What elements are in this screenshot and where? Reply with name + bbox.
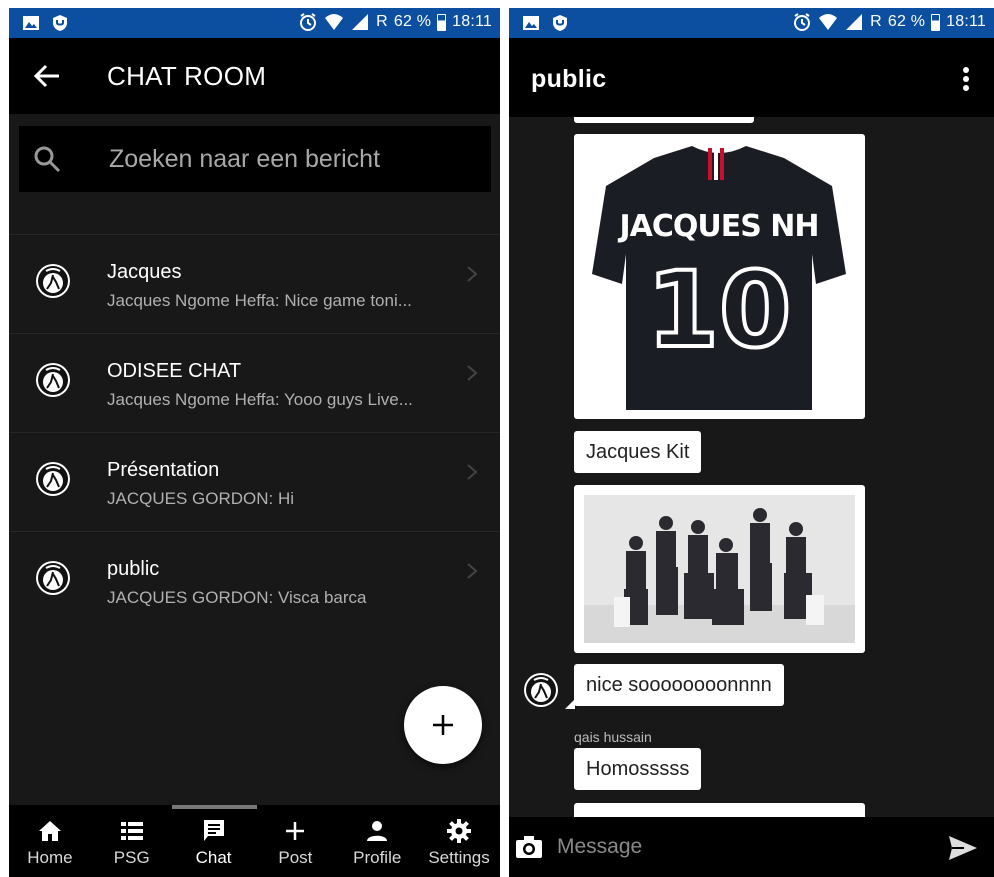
jersey-name-text: JACQUES NH <box>617 209 818 244</box>
chat-name: public <box>107 558 160 580</box>
search-bar[interactable] <box>19 126 491 192</box>
search-icon <box>34 146 61 173</box>
signal-icon <box>846 14 863 30</box>
home-icon <box>38 821 61 841</box>
psg-jordan-avatar-icon <box>36 462 70 496</box>
app-toolbar: public <box>509 38 994 117</box>
chat-last-message: JACQUES GORDON: Hi <box>107 489 295 508</box>
message-composer <box>509 817 994 877</box>
chat-name: Présentation <box>107 459 220 481</box>
message-bubble[interactable]: nice soooooooonnnn <box>574 664 784 706</box>
camera-icon[interactable] <box>515 835 543 859</box>
person-icon <box>367 821 388 841</box>
nav-label: Home <box>27 848 73 867</box>
alarm-icon <box>300 13 317 31</box>
nav-psg[interactable]: PSG <box>91 805 173 877</box>
message-input[interactable] <box>557 831 917 863</box>
chat-title: public <box>531 65 607 93</box>
psg-jordan-avatar-icon <box>36 363 70 397</box>
nav-label: Chat <box>195 848 232 867</box>
shield-notification-icon <box>53 15 67 31</box>
nav-home[interactable]: Home <box>9 805 91 877</box>
message-bubble[interactable]: Homosssss <box>574 748 702 790</box>
battery-percentage: 62 % <box>393 13 432 30</box>
roaming-indicator: R <box>870 13 882 30</box>
gear-icon <box>447 819 472 843</box>
chat-last-message: Jacques Ngome Heffa: Nice game toni... <box>107 291 412 310</box>
send-icon[interactable] <box>948 835 978 861</box>
nav-profile[interactable]: Profile <box>336 805 418 877</box>
signal-icon <box>352 14 369 30</box>
wifi-icon <box>325 14 344 30</box>
image-notification-icon <box>523 16 539 30</box>
nav-label: Profile <box>353 848 402 867</box>
battery-icon <box>931 13 941 31</box>
chevron-right-icon <box>467 464 478 480</box>
active-tab-indicator <box>172 805 257 809</box>
chat-item-presentation[interactable]: Présentation JACQUES GORDON: Hi <box>9 432 500 531</box>
psg-jordan-avatar-icon <box>36 561 70 595</box>
team-photo-image <box>584 495 855 643</box>
chat-item-public[interactable]: public JACQUES GORDON: Visca barca <box>9 531 500 630</box>
chat-item-odisee-chat[interactable]: ODISEE CHAT Jacques Ngome Heffa: Yooo gu… <box>9 333 500 432</box>
cut-off-message <box>574 117 754 123</box>
chat-list: Jacques Jacques Ngome Heffa: Nice game t… <box>9 234 500 630</box>
chat-name: Jacques <box>107 261 182 283</box>
image-notification-icon <box>23 16 39 30</box>
chat-name: ODISEE CHAT <box>107 360 242 382</box>
jersey-image-message[interactable]: JACQUES NH 10 <box>574 134 865 419</box>
nav-chat[interactable]: Chat <box>173 805 255 877</box>
message-list[interactable]: JACQUES NH 10 Jacques Kit nice soooooooo… <box>509 117 994 817</box>
status-bar: R 62 % 18:11 <box>509 8 994 38</box>
team-photo-message[interactable] <box>574 485 865 653</box>
search-input[interactable] <box>109 142 479 176</box>
jersey-image: JACQUES NH 10 <box>592 146 846 410</box>
wifi-icon <box>819 14 838 30</box>
battery-icon <box>437 13 447 31</box>
nav-label: Post <box>278 848 313 867</box>
chevron-right-icon <box>467 266 478 282</box>
chat-icon <box>203 820 224 841</box>
chat-last-message: JACQUES GORDON: Visca barca <box>107 588 367 607</box>
chevron-right-icon <box>467 563 478 579</box>
clock: 18:11 <box>946 13 986 30</box>
page-title: CHAT ROOM <box>107 61 267 91</box>
sender-name: qais hussain <box>574 729 652 745</box>
message-bubble[interactable]: Jacques Kit <box>574 431 702 473</box>
sender-avatar-icon[interactable] <box>523 672 559 708</box>
alarm-icon <box>794 13 811 31</box>
status-bar: R 62 % 18:11 <box>9 8 500 38</box>
nav-label: Settings <box>428 848 490 867</box>
psg-jordan-avatar-icon <box>36 264 70 298</box>
roaming-indicator: R <box>376 13 388 30</box>
back-arrow-icon[interactable] <box>33 62 61 90</box>
list-icon <box>120 822 143 840</box>
bottom-navigation: Home PSG Chat Post Profile Settings <box>9 805 500 877</box>
chat-room-screen: R 62 % 18:11 CHAT ROOM Jacques Jacques N… <box>9 8 500 877</box>
shield-notification-icon <box>553 15 567 31</box>
chevron-right-icon <box>467 365 478 381</box>
chat-item-jacques[interactable]: Jacques Jacques Ngome Heffa: Nice game t… <box>9 234 500 333</box>
battery-percentage: 62 % <box>887 13 926 30</box>
clock: 18:11 <box>452 13 492 30</box>
plus-icon <box>286 822 305 840</box>
jersey-number-text: 10 <box>647 249 792 371</box>
app-toolbar: CHAT ROOM <box>9 38 500 114</box>
chat-last-message: Jacques Ngome Heffa: Yooo guys Live... <box>107 390 413 409</box>
nav-post[interactable]: Post <box>254 805 336 877</box>
plus-icon <box>433 715 453 735</box>
new-chat-button[interactable] <box>404 686 482 764</box>
public-chat-screen: R 62 % 18:11 public JACQUES NH 10 Jacque… <box>509 8 994 877</box>
cut-off-message <box>574 803 865 817</box>
nav-settings[interactable]: Settings <box>418 805 500 877</box>
more-vert-icon[interactable] <box>960 66 972 92</box>
nav-label: PSG <box>113 848 150 867</box>
